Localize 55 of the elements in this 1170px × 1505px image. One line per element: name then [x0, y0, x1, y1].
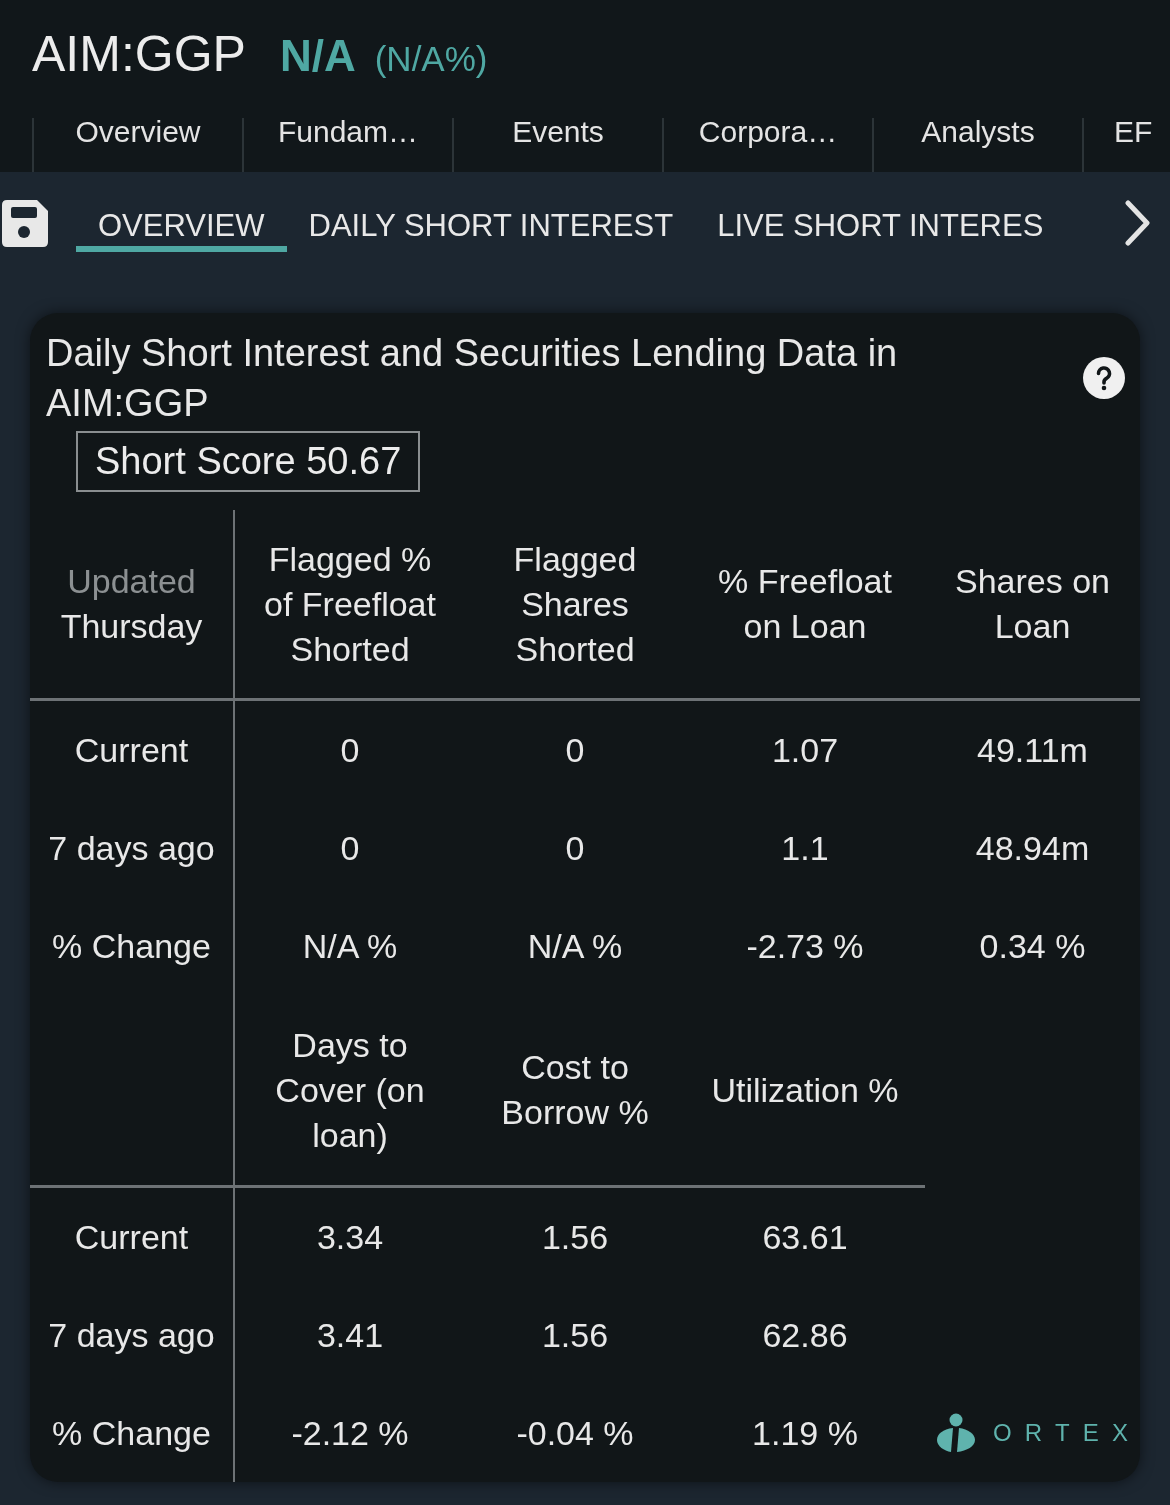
table-cell: 0	[565, 730, 585, 770]
price-change: (N/A%)	[374, 38, 488, 80]
table-cell: 1.1	[781, 828, 829, 868]
short-score: Short Score 50.67	[76, 431, 421, 492]
nav-tab[interactable]: Fundam…	[242, 118, 452, 172]
table-cell: -2.73 %	[746, 926, 864, 966]
table-cell: 0	[565, 828, 585, 868]
row-label: Current	[74, 1217, 189, 1257]
price-value: N/A	[279, 30, 356, 82]
column-header: Days to Cover (on loan)	[274, 1024, 426, 1156]
column-header: Utilization %	[711, 1069, 899, 1111]
help-icon[interactable]	[1083, 357, 1125, 399]
table-cell: 0	[340, 828, 360, 868]
row-label: Current	[74, 730, 189, 770]
table-cell: 49.11m	[977, 730, 1088, 770]
table-cell: -2.12 %	[291, 1413, 409, 1453]
column-header: Cost to Borrow %	[500, 1047, 650, 1133]
save-icon[interactable]	[2, 200, 48, 247]
column-header: Flagged % of Freefloat Shorted	[263, 538, 437, 670]
section-tab[interactable]: LIVE SHORT INTERES	[695, 200, 1066, 252]
table-cell: N/A %	[527, 926, 623, 966]
chevron-right-icon[interactable]	[1125, 200, 1150, 246]
nav-tab[interactable]: Analysts	[872, 118, 1082, 172]
nav-tab[interactable]: Corpora…	[662, 118, 872, 172]
column-header: Shares on Loan	[954, 561, 1111, 647]
updated-label: Updated	[67, 561, 196, 602]
table-cell: 1.56	[541, 1217, 609, 1257]
table-cell: 1.07	[771, 730, 839, 770]
section-tab[interactable]: OVERVIEW	[76, 200, 287, 252]
row-label: 7 days ago	[48, 828, 215, 868]
section-tab[interactable]: DAILY SHORT INTEREST	[286, 200, 696, 252]
table-cell: 3.41	[316, 1315, 384, 1355]
table-cell: 1.56	[541, 1315, 609, 1355]
column-header: Flagged Shares Shorted	[512, 538, 638, 670]
nav-tab[interactable]: Overview	[32, 118, 242, 172]
table-cell: -0.04 %	[516, 1413, 634, 1453]
table-cell: 3.34	[316, 1217, 384, 1257]
table-cell: 1.19 %	[752, 1413, 858, 1453]
table-cell: 0	[340, 730, 360, 770]
brand-logo-text: ORTEX	[992, 1419, 1140, 1447]
table-cell: N/A %	[302, 926, 398, 966]
card-title: Daily Short Interest and Securities Lending Data in AIM:GGP	[46, 331, 899, 426]
nav-tab[interactable]: Events	[452, 118, 662, 172]
table-cell: 48.94m	[975, 828, 1090, 868]
nav-tab[interactable]: EF	[1082, 118, 1170, 172]
row-label: % Change	[52, 1413, 211, 1453]
logo-icon	[936, 1413, 975, 1453]
table-cell: 62.86	[762, 1315, 848, 1355]
column-header: % Freefloat on Loan	[717, 561, 893, 647]
row-label: 7 days ago	[48, 1315, 215, 1355]
table-cell: 63.61	[762, 1217, 848, 1257]
table-cell: 0.34 %	[979, 926, 1086, 966]
updated-day: Thursday	[60, 604, 203, 649]
ticker-symbol: AIM:GGP	[32, 25, 246, 84]
row-label: % Change	[52, 926, 211, 966]
